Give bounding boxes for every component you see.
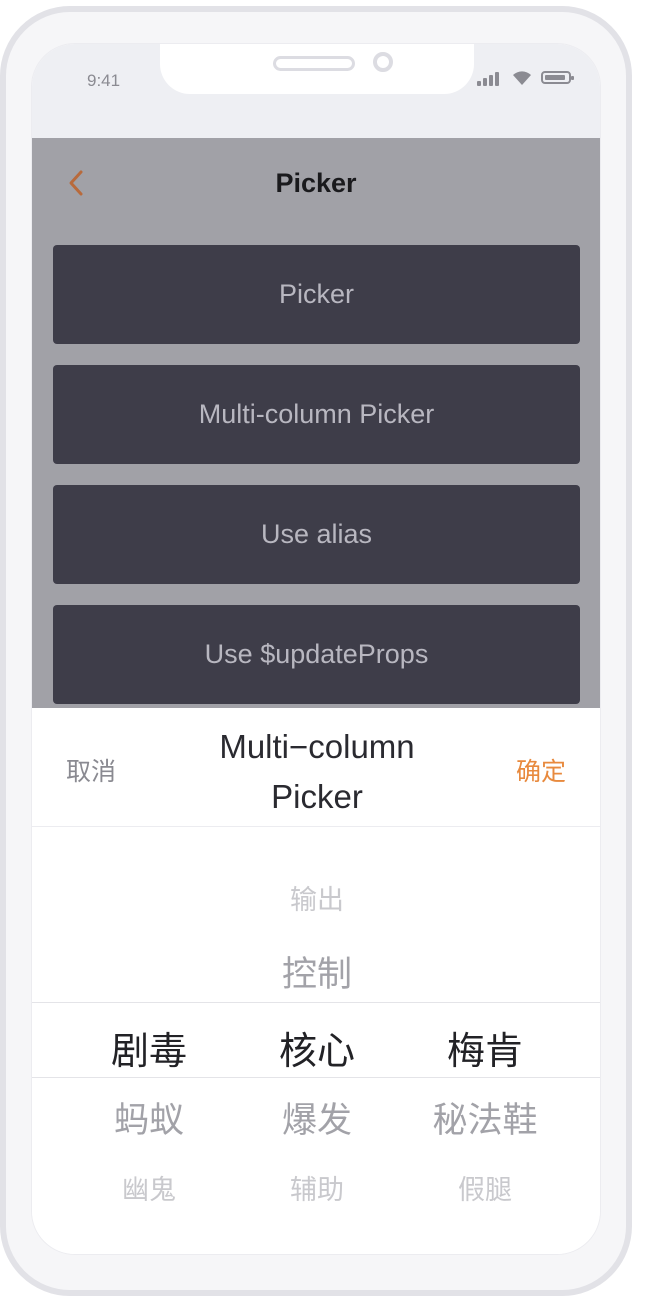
picker-column-2[interactable]: 输出 控制 核心 爆发 辅助 bbox=[233, 826, 401, 1246]
picker-column-1[interactable]: 剧毒 蚂蚁 幽鬼 bbox=[65, 826, 233, 1246]
front-camera bbox=[373, 52, 393, 72]
picker-header: 取消 Multi−column Picker 确定 bbox=[32, 708, 600, 827]
picker-column-3[interactable]: 梅肯 秘法鞋 假腿 bbox=[401, 826, 569, 1246]
picker-option[interactable]: 爆发 bbox=[233, 1092, 401, 1143]
picker-option[interactable]: 输出 bbox=[233, 878, 401, 917]
picker-option[interactable]: 秘法鞋 bbox=[401, 1092, 569, 1143]
picker-title-line1: Multi−column bbox=[219, 728, 415, 765]
use-alias-button[interactable]: Use alias bbox=[53, 485, 580, 584]
picker-title: Multi−column Picker bbox=[182, 722, 452, 822]
confirm-button[interactable]: 确定 bbox=[516, 752, 566, 788]
speaker-grille bbox=[273, 56, 355, 71]
picker-option-selected[interactable]: 剧毒 bbox=[65, 1020, 233, 1075]
picker-title-line2: Picker bbox=[271, 778, 363, 815]
picker-sheet: 取消 Multi−column Picker 确定 剧毒 蚂蚁 幽鬼 输出 控制… bbox=[32, 708, 600, 1254]
phone-screen: 9:41 Picker Picker Multi-column Picker U… bbox=[31, 43, 601, 1255]
picker-option[interactable]: 蚂蚁 bbox=[65, 1092, 233, 1143]
status-bar: 9:41 bbox=[32, 44, 600, 138]
picker-option[interactable]: 辅助 bbox=[233, 1168, 401, 1207]
multi-column-picker-button[interactable]: Multi-column Picker bbox=[53, 365, 580, 464]
picker-option[interactable]: 幽鬼 bbox=[65, 1168, 233, 1207]
picker-option[interactable]: 控制 bbox=[233, 946, 401, 997]
status-time: 9:41 bbox=[87, 71, 121, 90]
use-updateprops-button[interactable]: Use $updateProps bbox=[53, 605, 580, 704]
picker-button[interactable]: Picker bbox=[53, 245, 580, 344]
navigation-bar: Picker bbox=[32, 138, 600, 226]
picker-option[interactable]: 假腿 bbox=[401, 1168, 569, 1207]
device-notch bbox=[160, 44, 474, 94]
picker-option-selected[interactable]: 核心 bbox=[233, 1020, 401, 1075]
wifi-icon bbox=[510, 69, 534, 92]
battery-icon bbox=[541, 71, 574, 84]
cancel-button[interactable]: 取消 bbox=[66, 752, 116, 788]
page-title: Picker bbox=[275, 168, 357, 198]
signal-icon bbox=[477, 72, 503, 86]
picker-option-selected[interactable]: 梅肯 bbox=[401, 1020, 569, 1075]
content-area: Picker Multi-column Picker Use alias Use… bbox=[32, 226, 600, 708]
